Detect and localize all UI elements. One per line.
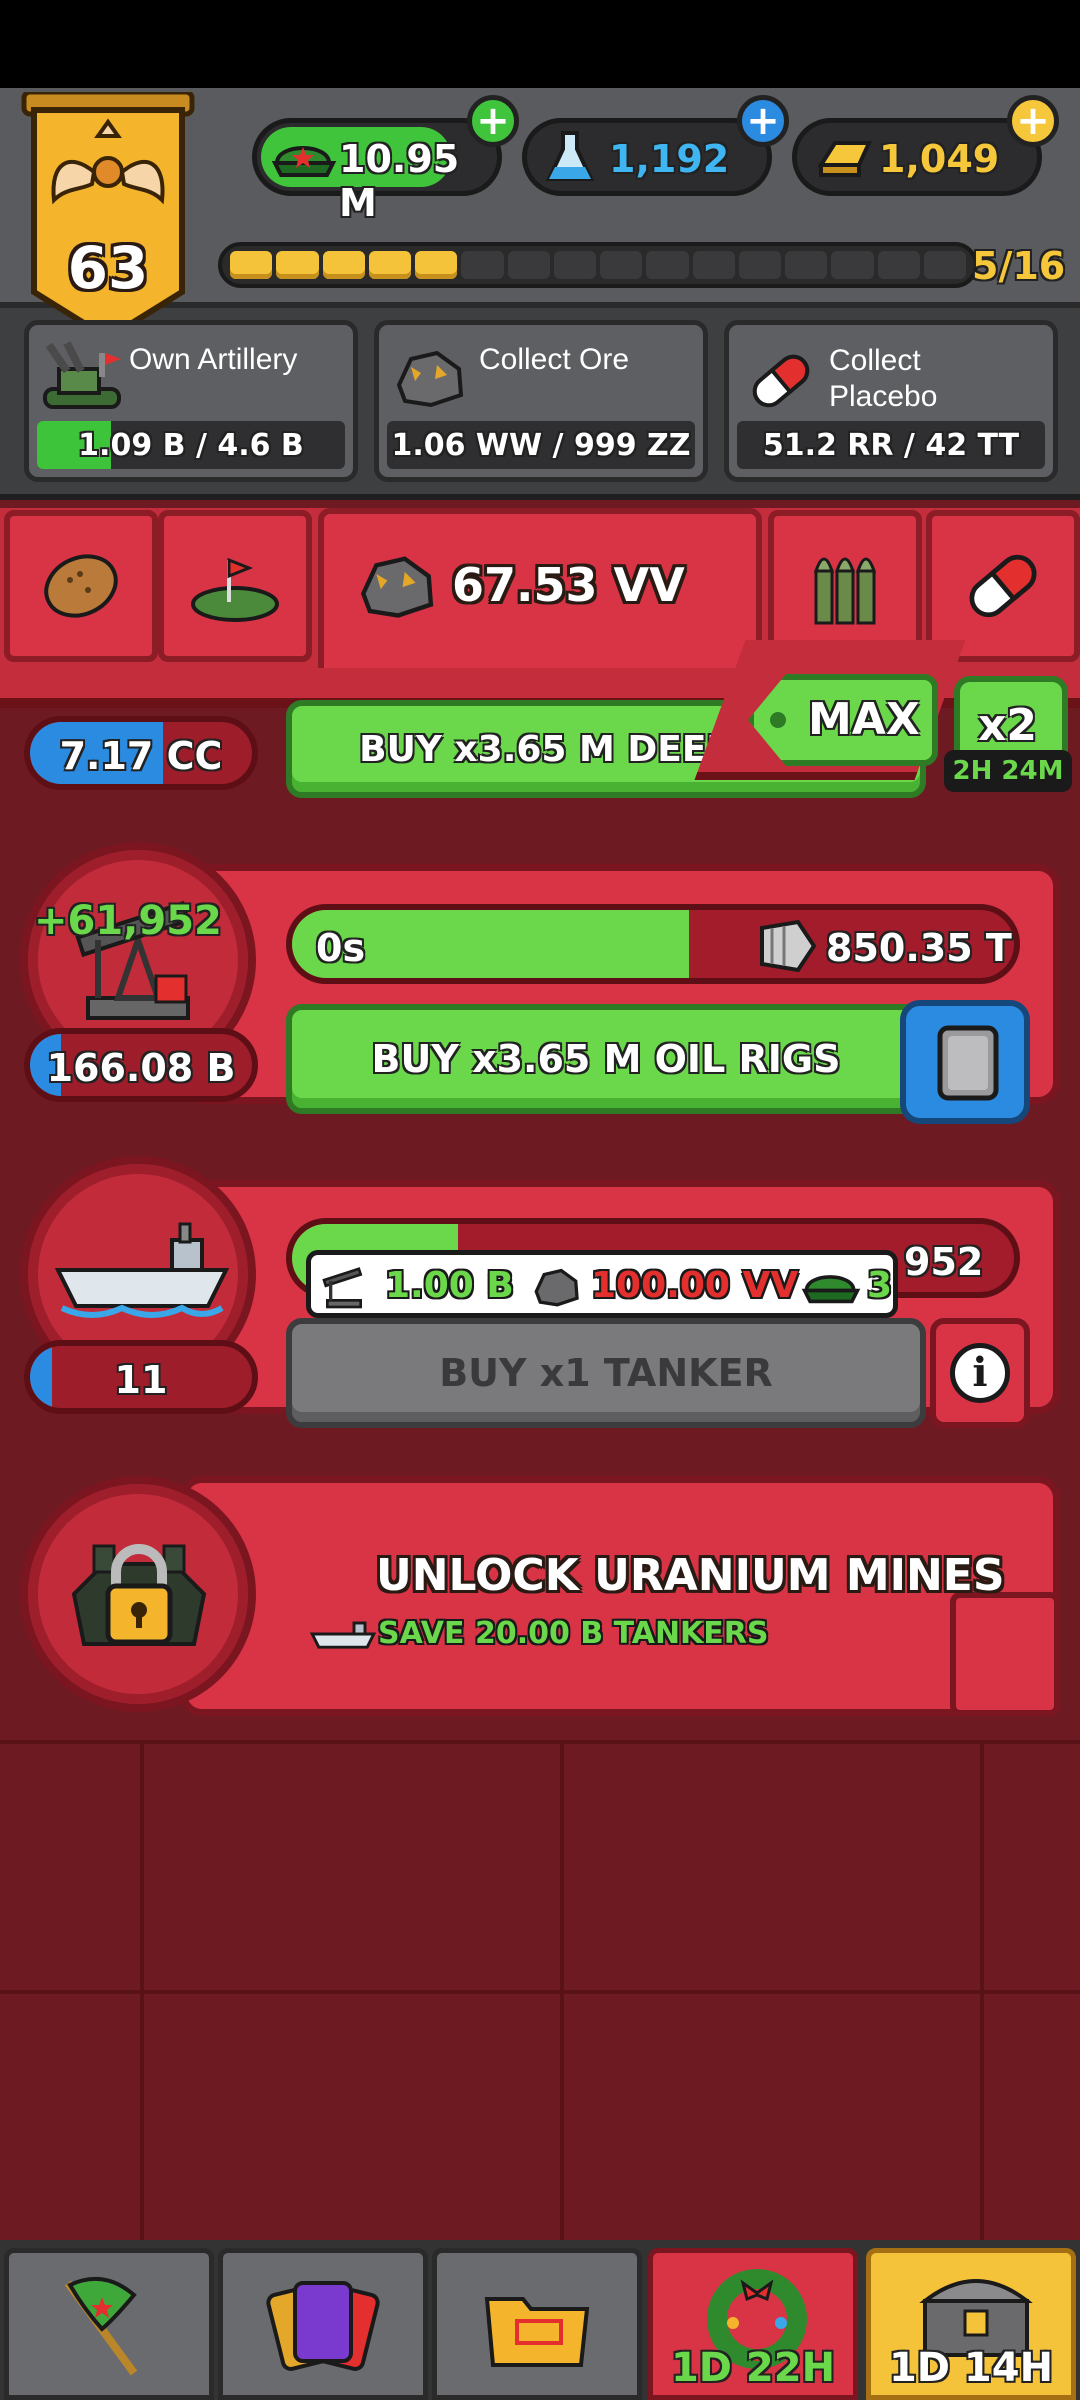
level-banner[interactable]: 63: [20, 89, 196, 342]
quest-title-line-2: Placebo: [829, 380, 938, 413]
buy-tanker-label: BUY x1 TANKER: [439, 1351, 773, 1395]
flag-field-icon: [191, 557, 279, 622]
oil-count-pill: 166.08 B: [24, 1028, 258, 1102]
boost-label: x2: [978, 700, 1037, 751]
tanker-count-pill: 11: [24, 1340, 258, 1414]
ammo-icon: [813, 557, 877, 625]
tab-field[interactable]: [158, 510, 312, 662]
status-bar: [0, 0, 1080, 88]
gold-counter[interactable]: 1,049 +: [792, 95, 1059, 196]
manager-card-button[interactable]: [900, 1000, 1030, 1124]
quest-progress-bar: 1.09 B / 4.6 B: [37, 421, 345, 469]
deep-count-pill: 7.17 CC: [24, 716, 258, 790]
buy-oil-rigs-button[interactable]: BUY x3.65 M OIL RIGS: [286, 1004, 926, 1114]
quest-title-line-1: Collect: [829, 344, 921, 377]
oil-output: 850.35 T: [826, 926, 1012, 970]
unlock-title: UNLOCK URANIUM MINES: [376, 1550, 1005, 1601]
level-progress-label: 5/16: [972, 244, 1066, 288]
pill-icon: [752, 354, 810, 408]
quest-card-placebo[interactable]: Collect Placebo 51.2 RR / 42 TT: [724, 320, 1058, 482]
tab-potato[interactable]: [4, 510, 158, 662]
lock-icon: [71, 1544, 207, 1646]
quest-title: Collect Ore: [479, 343, 630, 376]
cards-icon: [266, 2281, 380, 2371]
tanker-partial-value: 952: [904, 1240, 984, 1284]
drill-icon: [760, 919, 817, 973]
quest-progress-text: 1.06 WW / 999 ZZ: [391, 428, 691, 463]
oil-pump-icon: [322, 1267, 363, 1309]
tanker-ship-icon: [54, 1222, 230, 1318]
quest-title: Own Artillery: [129, 343, 298, 376]
tanker-info-button[interactable]: i: [930, 1318, 1030, 1428]
ore-icon: [360, 556, 434, 618]
science-value: 1,192: [609, 137, 730, 181]
pill-icon: [969, 554, 1037, 618]
add-gold-button[interactable]: +: [1007, 95, 1059, 147]
cash-value: 10.95 M: [339, 137, 460, 225]
banner-shape: [21, 89, 195, 342]
max-tag-hole: [770, 712, 786, 728]
buy-deep-label: BUY x3.65 M DEEP: [359, 728, 733, 770]
max-label: MAX: [808, 694, 920, 745]
unlock-requirement: SAVE 20.00 B TANKERS: [378, 1616, 769, 1651]
artillery-icon: [43, 341, 121, 409]
nav-chest[interactable]: 1D 14H: [866, 2248, 1076, 2400]
quest-progress-text: 51.2 RR / 42 TT: [762, 428, 1020, 463]
card-icon: [937, 1025, 999, 1101]
quest-title: Collect Placebo: [829, 343, 937, 415]
flag-icon: [64, 2277, 138, 2376]
oil-timer: 0s: [316, 926, 366, 970]
add-cash-button[interactable]: +: [467, 95, 519, 147]
gold-value: 1,049: [879, 137, 1000, 181]
tab-ore-selected[interactable]: 67.53 VV: [318, 508, 762, 668]
cash-counter[interactable]: 10.95 M +: [252, 95, 519, 225]
nav-documents[interactable]: [432, 2248, 642, 2400]
selected-resource-value: 67.53 VV: [452, 558, 685, 612]
gold-bar-icon: [817, 141, 873, 177]
locked-panel-corner: [950, 1592, 1060, 1716]
quest-card-ore[interactable]: Collect Ore 1.06 WW / 999 ZZ: [374, 320, 708, 482]
event-timer: 1D 22H: [670, 2345, 836, 2391]
quest-progress-bar: 51.2 RR / 42 TT: [737, 421, 1045, 469]
add-science-button[interactable]: +: [737, 95, 789, 147]
quest-card-artillery[interactable]: Own Artillery 1.09 B / 4.6 B: [24, 320, 358, 482]
level-progress-bar: [218, 242, 978, 288]
ore-icon: [534, 1268, 579, 1307]
buy-oil-rigs-label: BUY x3.65 M OIL RIGS: [371, 1037, 841, 1081]
science-counter[interactable]: 1,192 +: [522, 95, 789, 196]
nav-missions[interactable]: [4, 2248, 214, 2400]
wall-background: [0, 1740, 1080, 2240]
nav-cards[interactable]: [218, 2248, 428, 2400]
oil-count: 166.08 B: [46, 1046, 236, 1090]
oil-production-bar: 0s 850.35 T: [286, 904, 1020, 984]
player-level: 63: [67, 234, 149, 302]
cost-oil: 1.00 B: [385, 1265, 514, 1306]
locked-portrait: [20, 1476, 256, 1712]
quest-progress-text: 1.09 B / 4.6 B: [78, 428, 304, 463]
cost-cash: 3: [867, 1265, 893, 1306]
nav-event[interactable]: 1D 22H: [648, 2248, 858, 2400]
chest-timer: 1D 14H: [888, 2345, 1054, 2391]
tanker-ship-icon: [310, 1621, 376, 1649]
deep-count: 7.17 CC: [59, 734, 223, 778]
folder-icon: [484, 2297, 590, 2367]
army-cap-icon: [801, 1275, 861, 1304]
potato-icon: [44, 554, 118, 618]
boost-timer: 2H 24M: [944, 750, 1072, 792]
army-cap-icon: [271, 146, 337, 177]
quest-progress-bar: 1.06 WW / 999 ZZ: [387, 421, 695, 469]
flask-icon: [545, 131, 595, 181]
tanker-cost-tooltip: 1.00 B 100.00 VV 3: [306, 1250, 898, 1318]
info-icon: i: [950, 1343, 1010, 1403]
buy-tanker-button[interactable]: BUY x1 TANKER: [286, 1318, 926, 1428]
oil-income: +61,952: [34, 898, 222, 944]
tanker-count: 11: [114, 1358, 168, 1402]
cost-ore: 100.00 VV: [591, 1265, 799, 1306]
ore-icon: [396, 350, 464, 408]
